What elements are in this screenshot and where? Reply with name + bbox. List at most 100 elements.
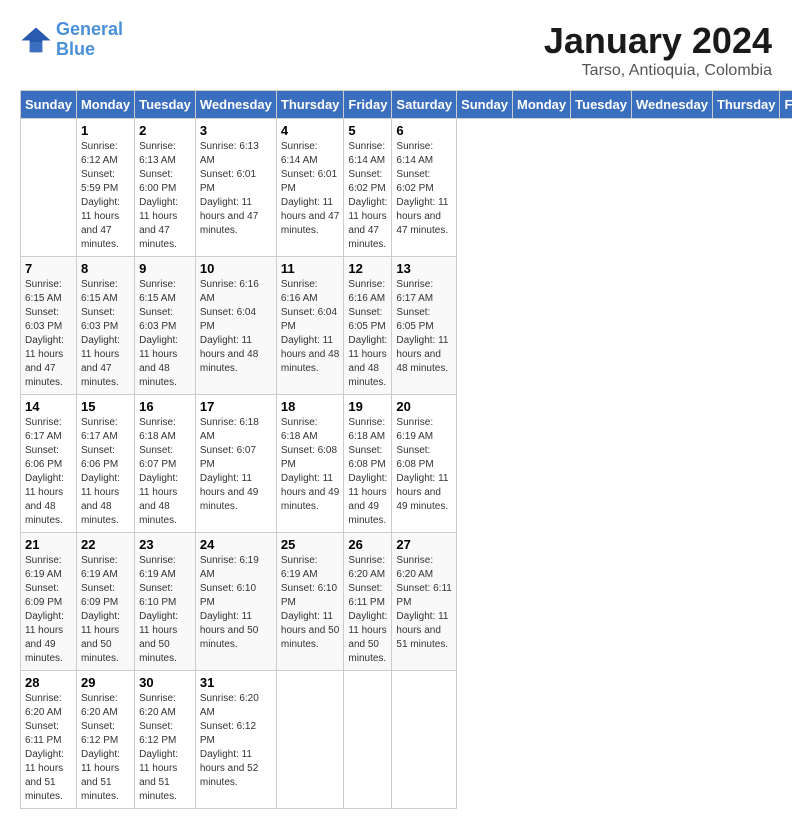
day-number: 7 [25,261,72,276]
calendar-cell: 16 Sunrise: 6:18 AMSunset: 6:07 PMDaylig… [135,395,196,533]
calendar-cell: 31 Sunrise: 6:20 AMSunset: 6:12 PMDaylig… [195,671,276,809]
day-info: Sunrise: 6:17 AMSunset: 6:06 PMDaylight:… [25,416,72,528]
week-row-3: 14 Sunrise: 6:17 AMSunset: 6:06 PMDaylig… [21,395,792,533]
calendar-cell: 19 Sunrise: 6:18 AMSunset: 6:08 PMDaylig… [344,395,392,533]
calendar-cell: 23 Sunrise: 6:19 AMSunset: 6:10 PMDaylig… [135,533,196,671]
day-info: Sunrise: 6:14 AMSunset: 6:01 PMDaylight:… [281,140,340,238]
col-header-thursday: Thursday [712,91,780,119]
day-number: 14 [25,399,72,414]
header-thursday: Thursday [276,91,344,119]
calendar-cell: 15 Sunrise: 6:17 AMSunset: 6:06 PMDaylig… [76,395,134,533]
calendar-cell: 1 Sunrise: 6:12 AMSunset: 5:59 PMDayligh… [76,119,134,257]
page-header: General Blue January 2024 Tarso, Antioqu… [20,20,772,80]
day-info: Sunrise: 6:18 AMSunset: 6:07 PMDaylight:… [200,416,272,514]
calendar-cell: 2 Sunrise: 6:13 AMSunset: 6:00 PMDayligh… [135,119,196,257]
day-number: 29 [81,675,130,690]
month-year: January 2024 [544,20,772,62]
logo-text: General Blue [56,20,123,60]
day-number: 9 [139,261,191,276]
day-info: Sunrise: 6:16 AMSunset: 6:04 PMDaylight:… [200,278,272,376]
day-info: Sunrise: 6:14 AMSunset: 6:02 PMDaylight:… [396,140,452,238]
day-info: Sunrise: 6:20 AMSunset: 6:12 PMDaylight:… [81,692,130,804]
day-number: 3 [200,123,272,138]
day-number: 4 [281,123,340,138]
day-number: 12 [348,261,387,276]
day-info: Sunrise: 6:20 AMSunset: 6:11 PMDaylight:… [348,554,387,666]
day-number: 13 [396,261,452,276]
day-info: Sunrise: 6:19 AMSunset: 6:10 PMDaylight:… [200,554,272,652]
day-number: 15 [81,399,130,414]
day-number: 25 [281,537,340,552]
header-tuesday: Tuesday [135,91,196,119]
calendar-cell: 30 Sunrise: 6:20 AMSunset: 6:12 PMDaylig… [135,671,196,809]
day-number: 23 [139,537,191,552]
calendar-cell: 5 Sunrise: 6:14 AMSunset: 6:02 PMDayligh… [344,119,392,257]
day-info: Sunrise: 6:15 AMSunset: 6:03 PMDaylight:… [81,278,130,390]
location: Tarso, Antioquia, Colombia [544,62,772,80]
week-row-2: 7 Sunrise: 6:15 AMSunset: 6:03 PMDayligh… [21,257,792,395]
day-info: Sunrise: 6:19 AMSunset: 6:08 PMDaylight:… [396,416,452,514]
day-number: 1 [81,123,130,138]
day-info: Sunrise: 6:20 AMSunset: 6:12 PMDaylight:… [139,692,191,804]
day-info: Sunrise: 6:19 AMSunset: 6:09 PMDaylight:… [81,554,130,666]
day-info: Sunrise: 6:19 AMSunset: 6:10 PMDaylight:… [281,554,340,652]
day-number: 21 [25,537,72,552]
calendar-cell: 28 Sunrise: 6:20 AMSunset: 6:11 PMDaylig… [21,671,77,809]
calendar-cell: 13 Sunrise: 6:17 AMSunset: 6:05 PMDaylig… [392,257,457,395]
calendar-cell: 21 Sunrise: 6:19 AMSunset: 6:09 PMDaylig… [21,533,77,671]
day-number: 18 [281,399,340,414]
day-number: 10 [200,261,272,276]
day-info: Sunrise: 6:15 AMSunset: 6:03 PMDaylight:… [139,278,191,390]
header-wednesday: Wednesday [195,91,276,119]
day-number: 17 [200,399,272,414]
day-number: 5 [348,123,387,138]
logo: General Blue [20,20,123,60]
week-row-1: 1 Sunrise: 6:12 AMSunset: 5:59 PMDayligh… [21,119,792,257]
day-info: Sunrise: 6:14 AMSunset: 6:02 PMDaylight:… [348,140,387,252]
day-info: Sunrise: 6:13 AMSunset: 6:00 PMDaylight:… [139,140,191,252]
day-number: 2 [139,123,191,138]
day-number: 11 [281,261,340,276]
calendar-cell: 6 Sunrise: 6:14 AMSunset: 6:02 PMDayligh… [392,119,457,257]
calendar-cell [276,671,344,809]
day-number: 26 [348,537,387,552]
day-number: 16 [139,399,191,414]
calendar-cell: 11 Sunrise: 6:16 AMSunset: 6:04 PMDaylig… [276,257,344,395]
day-number: 22 [81,537,130,552]
day-number: 24 [200,537,272,552]
day-info: Sunrise: 6:20 AMSunset: 6:11 PMDaylight:… [396,554,452,652]
calendar-cell [392,671,457,809]
calendar-cell: 8 Sunrise: 6:15 AMSunset: 6:03 PMDayligh… [76,257,134,395]
calendar-cell: 17 Sunrise: 6:18 AMSunset: 6:07 PMDaylig… [195,395,276,533]
header-friday: Friday [344,91,392,119]
calendar-cell: 27 Sunrise: 6:20 AMSunset: 6:11 PMDaylig… [392,533,457,671]
day-number: 6 [396,123,452,138]
day-number: 8 [81,261,130,276]
day-info: Sunrise: 6:15 AMSunset: 6:03 PMDaylight:… [25,278,72,390]
col-header-monday: Monday [513,91,571,119]
header-row: SundayMondayTuesdayWednesdayThursdayFrid… [21,91,792,119]
calendar-cell [21,119,77,257]
calendar-cell: 12 Sunrise: 6:16 AMSunset: 6:05 PMDaylig… [344,257,392,395]
col-header-friday: Friday [780,91,792,119]
title-block: January 2024 Tarso, Antioquia, Colombia [544,20,772,80]
day-info: Sunrise: 6:19 AMSunset: 6:09 PMDaylight:… [25,554,72,666]
calendar-cell: 24 Sunrise: 6:19 AMSunset: 6:10 PMDaylig… [195,533,276,671]
day-info: Sunrise: 6:16 AMSunset: 6:04 PMDaylight:… [281,278,340,376]
day-info: Sunrise: 6:19 AMSunset: 6:10 PMDaylight:… [139,554,191,666]
day-number: 30 [139,675,191,690]
col-header-tuesday: Tuesday [571,91,632,119]
day-info: Sunrise: 6:12 AMSunset: 5:59 PMDaylight:… [81,140,130,252]
day-info: Sunrise: 6:20 AMSunset: 6:11 PMDaylight:… [25,692,72,804]
day-info: Sunrise: 6:16 AMSunset: 6:05 PMDaylight:… [348,278,387,390]
calendar-cell: 25 Sunrise: 6:19 AMSunset: 6:10 PMDaylig… [276,533,344,671]
col-header-sunday: Sunday [457,91,513,119]
day-info: Sunrise: 6:17 AMSunset: 6:06 PMDaylight:… [81,416,130,528]
calendar-cell: 26 Sunrise: 6:20 AMSunset: 6:11 PMDaylig… [344,533,392,671]
day-info: Sunrise: 6:20 AMSunset: 6:12 PMDaylight:… [200,692,272,790]
calendar-cell: 18 Sunrise: 6:18 AMSunset: 6:08 PMDaylig… [276,395,344,533]
calendar-cell [344,671,392,809]
header-sunday: Sunday [21,91,77,119]
header-saturday: Saturday [392,91,457,119]
calendar-cell: 22 Sunrise: 6:19 AMSunset: 6:09 PMDaylig… [76,533,134,671]
